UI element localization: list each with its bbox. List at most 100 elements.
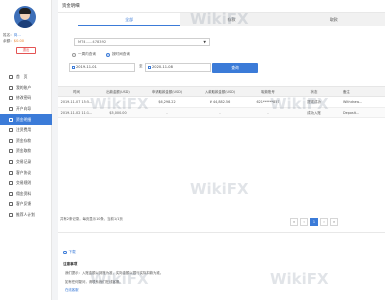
fee-icon (9, 128, 13, 133)
rules-icon (9, 181, 13, 186)
note-item: 如有任何疑问，请联系我们在线客服。 (65, 279, 123, 284)
tab-all[interactable]: 全部 (78, 13, 181, 26)
support-link[interactable]: 在线客服 (65, 287, 79, 292)
sidebar-item-trade-rules[interactable]: 交易规则 (0, 178, 52, 189)
radio-recent-label: 一周内查询 (78, 52, 96, 56)
table-cell: 2019-11-07 15:5... (60, 100, 93, 104)
sidebar-item-agreement[interactable]: 客户协议 (0, 167, 52, 178)
radio-checked-icon (105, 52, 110, 57)
sidebar-item-home[interactable]: 首 页 (0, 72, 52, 83)
guide-icon (9, 107, 13, 112)
notes-title: 注意事项 (63, 262, 78, 266)
table-cell: Withdraw... (343, 100, 363, 104)
table-cell: - (166, 110, 168, 115)
tab-deposit[interactable]: 存款 (180, 13, 282, 26)
home-icon (9, 75, 13, 80)
column-header: 取款账号 (261, 90, 275, 94)
sidebar-item-label: 交易规则 (16, 180, 32, 186)
date-separator: 至 (139, 64, 143, 68)
sidebar-item-label: 首 页 (16, 74, 28, 80)
sidebar-item-label: 交易记录 (16, 159, 32, 165)
sidebar-item-fees[interactable]: 注资费用 (0, 125, 52, 136)
sidebar-item-feedback[interactable]: 客户反馈 (0, 199, 52, 210)
query-mode: 一周内查询 按时间查询 (72, 52, 130, 57)
sidebar-item-change-password[interactable]: 修改密码 (0, 93, 52, 104)
download-icon (63, 250, 67, 255)
sidebar-item-label: 佣金资料 (16, 190, 32, 196)
avatar (14, 6, 36, 28)
download-label: 下载 (68, 250, 76, 254)
column-header: 备注 (343, 90, 350, 94)
table-cell: - (267, 110, 269, 115)
table-cell: 成功入账 (307, 110, 321, 115)
name-label: 姓名： (3, 33, 14, 37)
date-from-input[interactable]: 2019-11-01 (69, 63, 135, 72)
user-name: 姓名：岗... (3, 33, 21, 38)
first-page-button[interactable]: « (290, 218, 298, 226)
feedback-icon (9, 202, 13, 207)
query-button[interactable]: 查询 (212, 63, 258, 73)
sidebar-item-label: 修改密码 (16, 95, 32, 101)
table-header: 时间 出款金额(USD) 申请取款金额(USD) 入款取款金额(USD) 取款账… (58, 86, 385, 97)
column-header: 时间 (73, 90, 80, 94)
records-icon (9, 160, 13, 165)
page: 姓名：岗... 余额：$0.00 退出 首 页 我的账户 修改密码 开户向导 资… (0, 0, 385, 300)
table-cell: - (219, 110, 221, 115)
sidebar: 姓名：岗... 余额：$0.00 退出 首 页 我的账户 修改密码 开户向导 资… (0, 0, 52, 300)
column-header: 出款金额(USD) (106, 90, 130, 94)
prev-page-button[interactable]: ‹ (300, 218, 308, 226)
column-header: 申请取款金额(USD) (151, 90, 183, 94)
sidebar-nav: 首 页 我的账户 修改密码 开户向导 资金明细 注资费用 资金存款 资金取款 交… (0, 72, 52, 220)
column-header: 入款取款金额(USD) (204, 90, 236, 94)
download-link[interactable]: 下载 (63, 250, 76, 255)
balance-label: 余额： (3, 39, 14, 43)
name-value: 岗... (13, 33, 21, 37)
sidebar-item-label: 开户向导 (16, 106, 32, 112)
balance-value: $0.00 (13, 39, 25, 43)
table-cell: 2019-11-02 11:1... (60, 110, 93, 115)
account-select[interactable]: MT4......478392 ▼ (74, 38, 210, 46)
logout-button[interactable]: 退出 (16, 47, 36, 54)
tab-bar: 全部 存款 取款 (78, 13, 385, 26)
sidebar-item-label: 资金明细 (16, 116, 32, 122)
sidebar-item-withdraw[interactable]: 资金取款 (0, 146, 52, 157)
next-page-button[interactable]: › (320, 218, 328, 226)
table-cell: $6,298.22 (158, 100, 176, 104)
divider (58, 232, 385, 233)
tab-withdraw[interactable]: 取款 (283, 13, 385, 26)
calendar-icon (147, 65, 151, 69)
pagination: « ‹ 1 › » (290, 218, 338, 226)
date-to-input[interactable]: 2020-11-08 (145, 63, 211, 72)
referral-icon (9, 213, 13, 218)
chevron-down-icon: ▼ (203, 40, 206, 44)
table-cell: Deposit... (343, 110, 360, 115)
withdraw-icon (9, 149, 13, 154)
radio-icon (72, 52, 76, 57)
sidebar-item-trade-records[interactable]: 交易记录 (0, 157, 52, 168)
commission-icon (9, 191, 13, 196)
sidebar-item-account-guide[interactable]: 开户向导 (0, 104, 52, 115)
sidebar-item-label: 客户协议 (16, 169, 32, 175)
last-page-button[interactable]: » (330, 218, 338, 226)
fund-table: 时间 出款金额(USD) 申请取款金额(USD) 入款取款金额(USD) 取款账… (58, 86, 385, 118)
page-title: 资金明细 (62, 4, 80, 9)
column-header: 状态 (310, 90, 318, 94)
table-row: 2019-11-02 11:1... $5,000.00 - - - 成功入账 … (58, 107, 385, 118)
sidebar-item-deposit[interactable]: 资金存款 (0, 136, 52, 147)
sidebar-item-label: 注资费用 (16, 127, 32, 133)
table-cell: - (117, 100, 119, 104)
document-icon (9, 170, 13, 175)
table-row: 2019-11-07 15:5... - $6,298.22 ¥ 44,882.… (58, 97, 385, 108)
table-cell: ¥ 44,882.56 (209, 100, 231, 104)
sidebar-item-label: 推荐人计划 (16, 212, 35, 218)
calendar-icon (71, 65, 75, 69)
lock-icon (9, 96, 13, 101)
sidebar-item-commission[interactable]: 佣金资料 (0, 189, 52, 200)
radio-range-label: 按时间查询 (111, 52, 130, 56)
radio-recent[interactable]: 一周内查询 (72, 52, 96, 57)
radio-range[interactable]: 按时间查询 (105, 52, 130, 57)
sidebar-item-fund-details[interactable]: 资金明细 (0, 114, 52, 125)
page-button[interactable]: 1 (310, 218, 318, 226)
sidebar-item-referral[interactable]: 推荐人计划 (0, 210, 52, 221)
sidebar-item-my-account[interactable]: 我的账户 (0, 83, 52, 94)
